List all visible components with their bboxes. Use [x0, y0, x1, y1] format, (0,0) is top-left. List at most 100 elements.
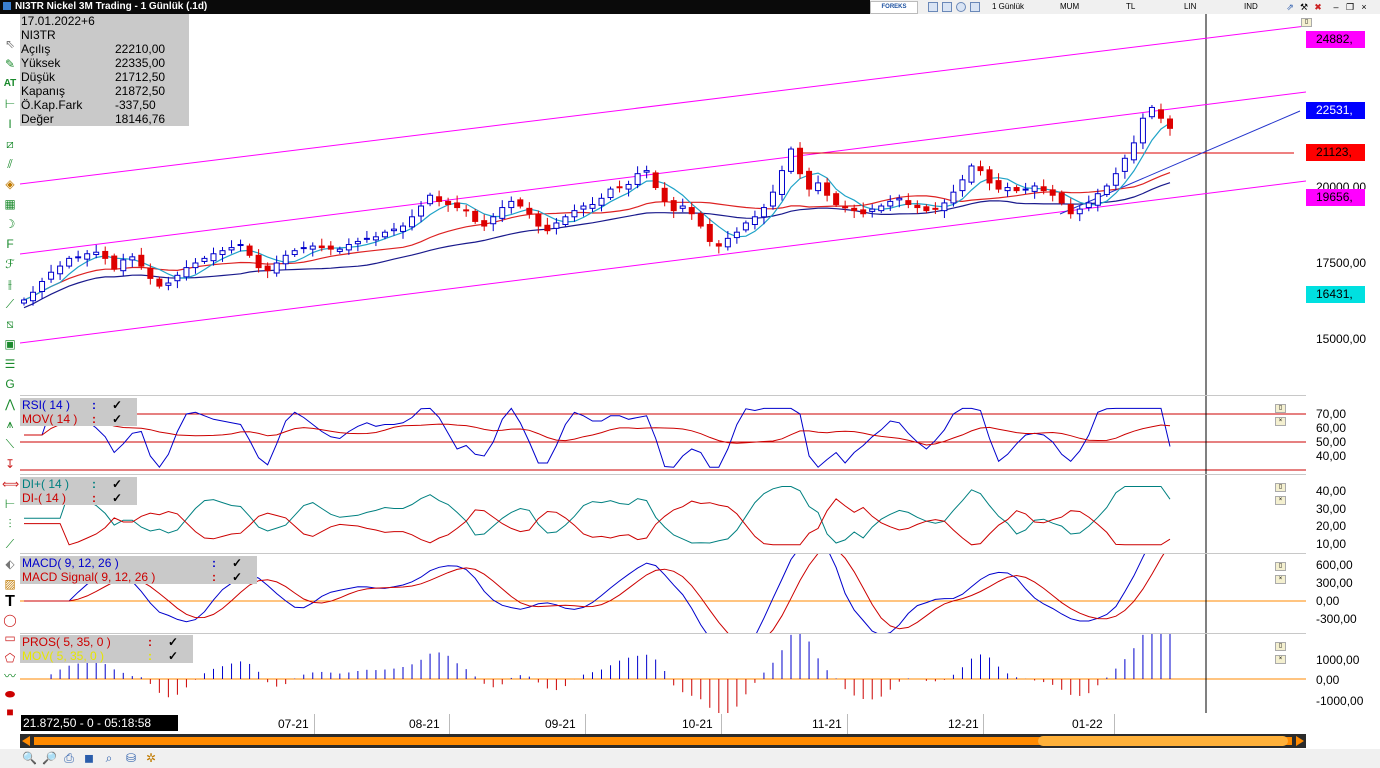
- rsi-legend[interactable]: RSI( 14 ) : ✓ MOV( 14 ) : ✓: [20, 398, 137, 426]
- pane-close-icon[interactable]: ×: [1275, 417, 1286, 426]
- tools-icon[interactable]: ⚒: [1298, 1, 1310, 13]
- pros-legend[interactable]: PROS( 5, 35, 0 ) : ✓ MOV( 5, 35, 0 ) : ✓: [20, 635, 193, 663]
- measure-icon[interactable]: ⟺: [2, 476, 19, 492]
- arrow-icon[interactable]: ↧: [2, 456, 18, 472]
- price-chart[interactable]: [20, 14, 1306, 395]
- refresh-icon[interactable]: [956, 2, 966, 12]
- visibility-check-icon[interactable]: ✓: [112, 398, 122, 412]
- pane-expand-icon[interactable]: ▯: [1275, 404, 1286, 413]
- di-chart[interactable]: [20, 475, 1306, 553]
- ruler-icon[interactable]: ⟍: [2, 436, 18, 452]
- pane-controls[interactable]: ▯×: [1272, 479, 1298, 505]
- candle-body: [454, 202, 461, 209]
- close-chart-icon[interactable]: ✖: [1312, 1, 1324, 13]
- arc-icon[interactable]: ☽: [2, 216, 18, 232]
- rectangle-icon[interactable]: ▭: [2, 630, 18, 646]
- gann-icon[interactable]: ⟋: [2, 296, 18, 312]
- template-icon[interactable]: [942, 2, 952, 12]
- link-icon[interactable]: ⇗: [1284, 1, 1296, 13]
- minimize-button[interactable]: –: [1330, 1, 1342, 13]
- note-icon[interactable]: ▨: [2, 576, 18, 592]
- visibility-check-icon[interactable]: ✓: [112, 477, 122, 491]
- di-pane[interactable]: [20, 475, 1306, 554]
- range-icon[interactable]: ⊢: [2, 496, 18, 512]
- channel-icon[interactable]: ⧄: [2, 136, 18, 152]
- fib-time-icon[interactable]: ⫲: [2, 276, 18, 292]
- auto-trend-icon[interactable]: AT: [2, 76, 18, 92]
- visibility-check-icon[interactable]: ✓: [168, 649, 178, 663]
- pane-close-icon[interactable]: ×: [1275, 655, 1286, 664]
- scale-selector[interactable]: LIN: [1184, 0, 1196, 14]
- visibility-check-icon[interactable]: ✓: [232, 570, 242, 584]
- database-icon[interactable]: ⛁: [124, 751, 138, 765]
- scroll-thumb[interactable]: [1038, 736, 1288, 746]
- pane-expand-icon[interactable]: ▯: [1301, 18, 1312, 27]
- candle-body: [535, 213, 542, 227]
- pros-pane[interactable]: [20, 634, 1306, 713]
- chart-settings-icon[interactable]: [928, 2, 938, 12]
- price-pane[interactable]: [20, 14, 1306, 396]
- pros-axis-label: 0,00: [1316, 673, 1340, 687]
- vertical-line-icon[interactable]: I: [2, 116, 18, 132]
- filled-rectangle-icon[interactable]: ■: [2, 704, 18, 720]
- print-icon[interactable]: ⎙: [62, 751, 76, 765]
- pane-expand-icon[interactable]: ▯: [1275, 483, 1286, 492]
- grid-icon[interactable]: ▦: [2, 196, 18, 212]
- visibility-check-icon[interactable]: ✓: [168, 635, 178, 649]
- horizontal-line-icon[interactable]: ⊢: [2, 96, 18, 112]
- rsi-chart[interactable]: [20, 396, 1306, 474]
- visibility-check-icon[interactable]: ✓: [232, 556, 242, 570]
- restore-button[interactable]: ❐: [1344, 1, 1356, 13]
- status-readout: 21.872,50 - 0 - 05:18:58: [21, 715, 178, 731]
- filled-ellipse-icon[interactable]: ⬬: [2, 686, 18, 702]
- di-legend[interactable]: DI+( 14 ) : ✓ DI-( 14 ) : ✓: [20, 477, 137, 505]
- ellipse-icon[interactable]: ◯: [2, 612, 18, 628]
- zoom-in-icon[interactable]: 🔍: [22, 751, 37, 765]
- pane-controls[interactable]: ▯: [1298, 14, 1324, 27]
- chart-style-selector[interactable]: MUM: [1060, 0, 1079, 14]
- eraser-icon[interactable]: ◈: [2, 176, 18, 192]
- horizontal-scrollbar[interactable]: [20, 734, 1306, 748]
- pane-close-icon[interactable]: ×: [1275, 575, 1286, 584]
- fan-lines-icon[interactable]: ⟋: [2, 536, 18, 552]
- pane-expand-icon[interactable]: ▯: [1275, 562, 1286, 571]
- search-icon[interactable]: ⌕: [102, 751, 116, 765]
- levels-icon[interactable]: ☰: [2, 356, 18, 372]
- scroll-left-icon[interactable]: [22, 736, 30, 746]
- info-value: 21872,50: [115, 84, 166, 98]
- polygon-icon[interactable]: ⬠: [2, 650, 18, 666]
- wave-icon[interactable]: 〰: [2, 668, 18, 684]
- brush-icon[interactable]: ⬖: [2, 556, 18, 572]
- macd-legend[interactable]: MACD( 9, 12, 26 ) : ✓ MACD Signal( 9, 12…: [20, 556, 257, 584]
- speed-lines-icon[interactable]: G: [2, 376, 18, 392]
- text-icon[interactable]: T: [2, 594, 18, 610]
- zigzag-icon[interactable]: ⋀: [2, 396, 18, 412]
- cycle-icon[interactable]: ⫶: [2, 516, 18, 532]
- parallel-icon[interactable]: ⫽: [2, 156, 18, 172]
- cursor-icon[interactable]: ⇖: [2, 36, 18, 52]
- visibility-check-icon[interactable]: ✓: [112, 491, 122, 505]
- fib-fan-icon[interactable]: ℱ: [2, 256, 18, 272]
- pane-expand-icon[interactable]: ▯: [1275, 642, 1286, 651]
- scroll-right-icon[interactable]: [1296, 736, 1304, 746]
- pros-chart[interactable]: [20, 634, 1306, 713]
- pane-controls[interactable]: ▯×: [1272, 638, 1298, 664]
- pane-controls[interactable]: ▯×: [1272, 558, 1298, 584]
- andrews-pitchfork-icon[interactable]: ⩚: [2, 416, 18, 432]
- indicator-button[interactable]: IND: [1244, 0, 1258, 14]
- currency-selector[interactable]: TL: [1126, 0, 1135, 14]
- fibonacci-icon[interactable]: F: [2, 236, 18, 252]
- zoom-out-icon[interactable]: 🔎: [42, 751, 57, 765]
- crosshair-icon[interactable]: [970, 2, 980, 12]
- save-icon[interactable]: ◼: [82, 751, 96, 765]
- magic-icon[interactable]: ✲: [144, 751, 158, 765]
- visibility-check-icon[interactable]: ✓: [112, 412, 122, 426]
- rsi-pane[interactable]: [20, 396, 1306, 475]
- pane-close-icon[interactable]: ×: [1275, 496, 1286, 505]
- period-selector[interactable]: 1 Günlük: [992, 0, 1024, 14]
- pane-controls[interactable]: ▯×: [1272, 400, 1298, 426]
- pencil-icon[interactable]: ✎: [2, 56, 18, 72]
- box-icon[interactable]: ▣: [2, 336, 18, 352]
- close-button[interactable]: ×: [1358, 1, 1370, 13]
- gann-fan-icon[interactable]: ⧅: [2, 316, 18, 332]
